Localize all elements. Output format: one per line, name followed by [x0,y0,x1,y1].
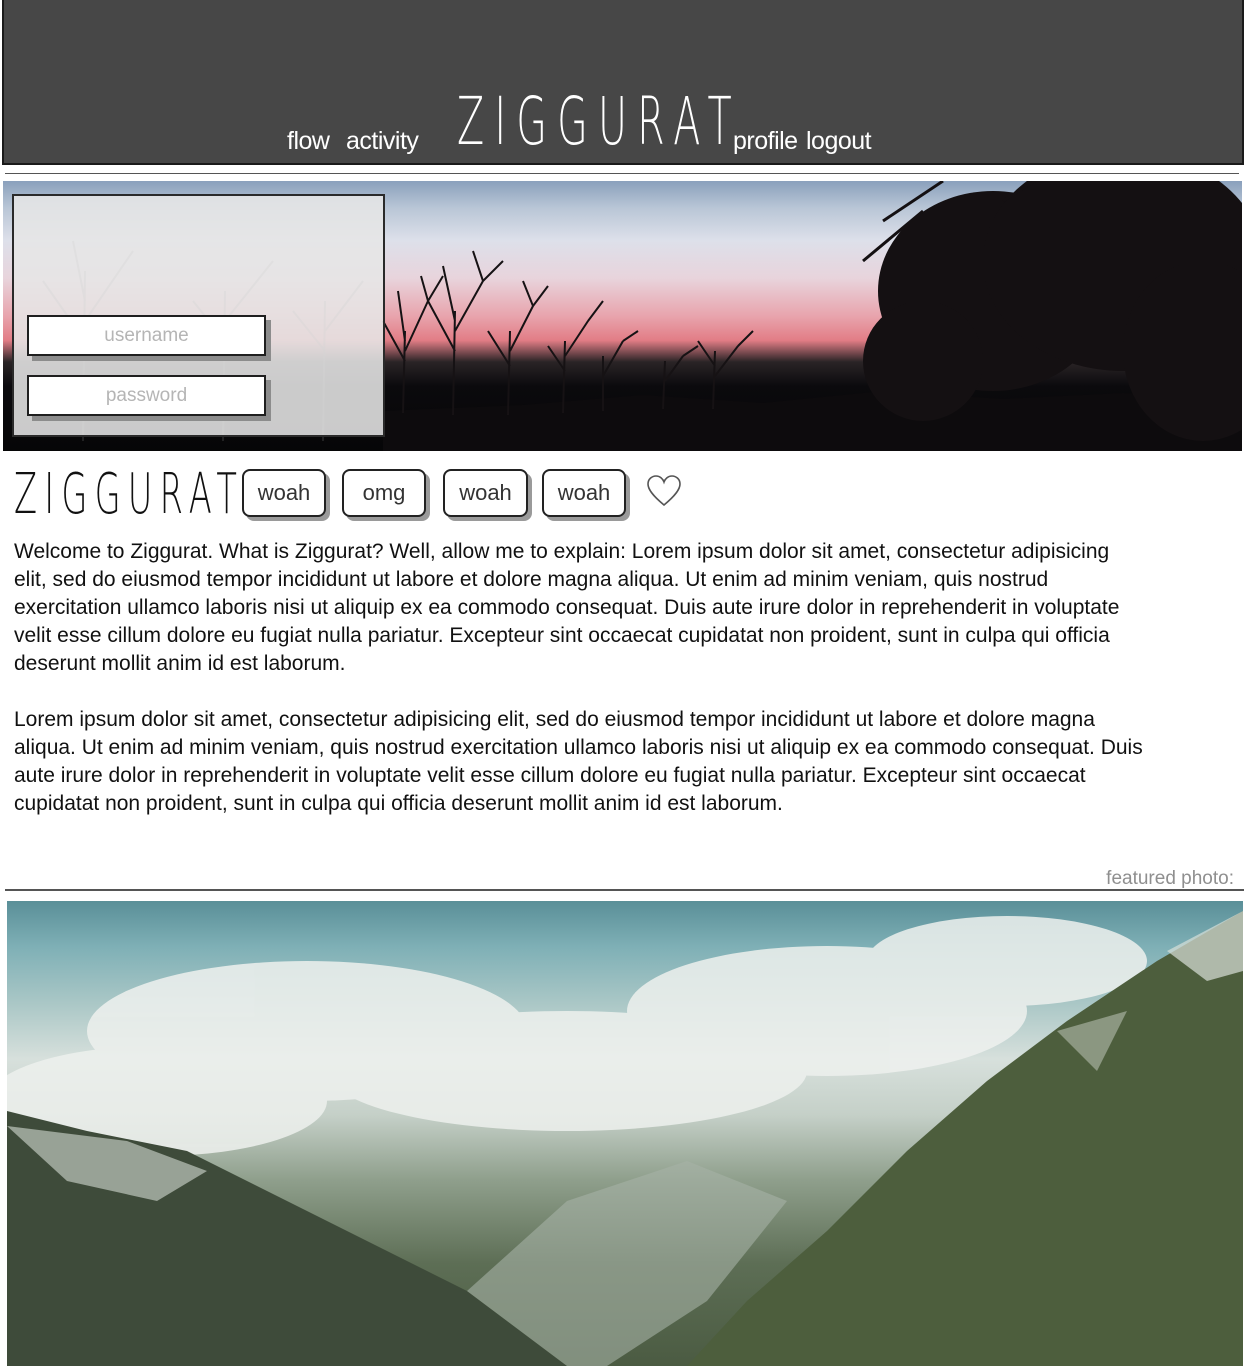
intro-paragraph: Welcome to Ziggurat. What is Ziggurat? W… [14,540,1120,675]
header-divider [5,173,1239,174]
body-paragraph: Lorem ipsum dolor sit amet, consectetur … [14,708,1143,815]
reaction-button-omg[interactable]: omg [342,469,426,517]
reaction-button-woah[interactable]: woah [242,469,326,517]
site-logo[interactable]: ZIGGURAT [457,86,742,158]
nav-link-profile[interactable]: profile [733,127,798,156]
featured-photo-label: featured photo: [1106,868,1234,889]
password-input[interactable]: password [27,375,266,416]
login-panel: username password [12,194,385,437]
nav-link-flow[interactable]: flow [287,127,330,156]
page: flow activity ZIGGURAT profile logout us… [0,0,1244,1366]
section-divider [5,889,1244,891]
reaction-button-woah[interactable]: woah [542,469,626,517]
header-bar: flow activity ZIGGURAT profile logout [2,0,1244,165]
reaction-button-woah[interactable]: woah [443,469,528,517]
mountain-clouds-illustration [7,911,1243,1366]
nav-link-activity[interactable]: activity [346,127,419,156]
username-input[interactable]: username [27,315,266,356]
featured-photo[interactable] [7,901,1243,1366]
heart-icon[interactable] [646,474,682,508]
nav-link-logout[interactable]: logout [806,127,872,156]
page-title: ZIGGURAT [14,462,245,527]
